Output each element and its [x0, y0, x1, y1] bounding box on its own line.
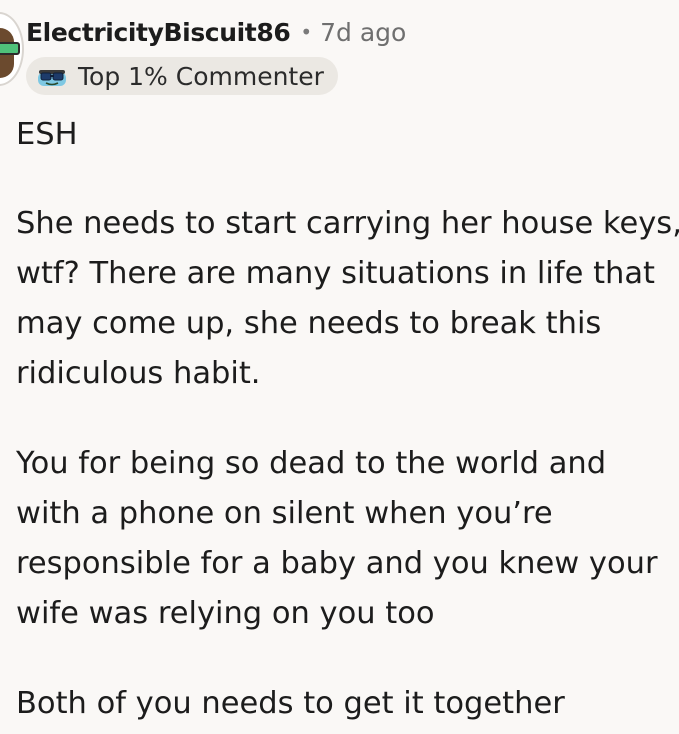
text-line: You for being so dead to the world and — [16, 446, 607, 481]
username-link[interactable]: ElectricityBiscuit86 — [26, 18, 291, 47]
text-line: wife was relying on you too — [16, 596, 435, 631]
text-line: ESH — [16, 117, 78, 152]
separator-dot: • — [300, 20, 313, 44]
text-line: with a phone on silent when you’re — [16, 496, 553, 531]
text-line: ridiculous habit. — [16, 356, 261, 391]
flair-label: Top 1% Commenter — [78, 61, 324, 91]
text-line: Both of you needs to get it together — [16, 686, 565, 721]
avatar-glasses — [0, 42, 20, 55]
text-line: responsible for a baby and you knew your — [16, 546, 658, 581]
text-line: may come up, she needs to break this — [16, 306, 602, 341]
text-line: wtf? There are many situations in life t… — [16, 256, 656, 291]
comment-header: ElectricityBiscuit86 • 7d ago — [26, 14, 406, 50]
comment-paragraph-1: ESH — [16, 110, 78, 160]
avatar[interactable] — [0, 12, 24, 86]
text-line: She needs to start carrying her house ke… — [16, 206, 679, 241]
sunglasses-icon — [36, 64, 68, 88]
comment-paragraph-2: She needs to start carrying her house ke… — [16, 199, 679, 399]
comment-paragraph-3: You for being so dead to the world and w… — [16, 439, 658, 639]
comment-paragraph-4: Both of you needs to get it together — [16, 679, 565, 729]
user-flair: Top 1% Commenter — [26, 57, 338, 95]
timestamp[interactable]: 7d ago — [320, 18, 406, 47]
